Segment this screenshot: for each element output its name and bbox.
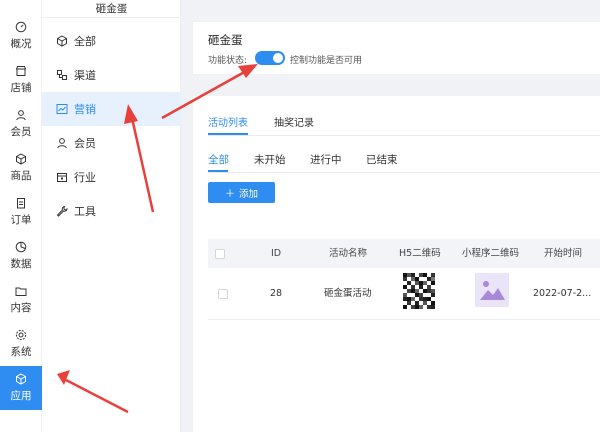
- submenu-item-marketing[interactable]: 营销: [42, 92, 181, 126]
- submenu-item-label: 渠道: [74, 69, 96, 82]
- rail-item-label: 会员: [10, 126, 32, 138]
- column-header-name: 活动名称: [329, 248, 368, 259]
- status-description: 控制功能是否可用: [290, 56, 363, 66]
- rail-item-label: 内容: [10, 302, 32, 314]
- filter-tab-all[interactable]: 全部: [208, 152, 229, 167]
- submenu-item-label: 营销: [74, 103, 96, 116]
- rail-item-label: 概况: [10, 38, 32, 50]
- dashboard-icon: [15, 21, 27, 33]
- folder-icon: [15, 287, 27, 296]
- rail-item-label: 订单: [10, 214, 32, 226]
- status-label: 功能状态:: [208, 56, 248, 66]
- cell-activity-name: 砸金蛋活动: [324, 288, 372, 299]
- cell-start-time: 2022-07-2...: [533, 288, 592, 299]
- submenu-item-label: 行业: [74, 171, 96, 184]
- box-icon: [16, 153, 26, 165]
- submenu-item-industry[interactable]: 行业: [42, 160, 181, 194]
- column-header-mini-qr: 小程序二维码: [462, 248, 520, 259]
- feature-header-card: 砸金蛋 功能状态: 控制功能是否可用: [193, 22, 600, 74]
- cell-id: 28: [270, 288, 283, 299]
- submenu-item-label: 会员: [74, 137, 96, 150]
- tab-divider: [208, 135, 600, 136]
- submenu-title: 砸金蛋: [42, 0, 181, 18]
- submenu-item-tools[interactable]: 工具: [42, 194, 181, 228]
- submenu-item-label: 工具: [74, 205, 96, 218]
- trend-icon: [56, 104, 68, 114]
- rail-item-members[interactable]: 会员: [0, 102, 42, 146]
- rail-item-label: 数据: [10, 258, 32, 270]
- left-rail-nav: 概况 店铺 会员 商品 订单 数据 内容 系统 应用: [0, 0, 42, 432]
- submenu-item-member[interactable]: 会员: [42, 126, 181, 160]
- rail-item-label: 系统: [10, 346, 32, 358]
- image-placeholder-icon[interactable]: [475, 273, 509, 307]
- page-title: 砸金蛋: [208, 33, 243, 47]
- industry-icon: [57, 173, 67, 182]
- rail-item-overview[interactable]: 概况: [0, 14, 42, 58]
- tab-activity-list[interactable]: 活动列表: [208, 114, 248, 129]
- rail-item-goods[interactable]: 商品: [0, 146, 42, 190]
- rail-item-orders[interactable]: 订单: [0, 190, 42, 234]
- rail-item-content[interactable]: 内容: [0, 278, 42, 322]
- add-button[interactable]: ＋ 添加: [208, 182, 275, 203]
- add-button-label: 添加: [238, 188, 258, 200]
- gear-icon: [15, 329, 27, 341]
- top-strip: [182, 0, 600, 12]
- rail-item-store[interactable]: 店铺: [0, 58, 42, 102]
- qr-code-icon[interactable]: [403, 273, 435, 309]
- submenu-item-all[interactable]: 全部: [42, 24, 181, 58]
- user-icon: [57, 138, 67, 149]
- tab-lottery-records[interactable]: 抽奖记录: [274, 114, 314, 129]
- rail-item-system[interactable]: 系统: [0, 322, 42, 366]
- rail-item-label: 应用: [10, 390, 32, 402]
- column-header-start-time: 开始时间: [544, 248, 583, 259]
- rail-item-label: 商品: [10, 170, 32, 182]
- column-header-id: ID: [271, 248, 282, 259]
- rail-item-label: 店铺: [10, 82, 32, 94]
- user-icon: [16, 110, 26, 121]
- switch-knob: [273, 53, 283, 63]
- cube-icon: [57, 35, 67, 47]
- feature-status-switch[interactable]: [255, 51, 285, 65]
- submenu-item-label: 全部: [74, 35, 96, 48]
- rail-item-apps[interactable]: 应用: [0, 366, 42, 410]
- row-checkbox[interactable]: [218, 289, 228, 299]
- submenu-panel: 砸金蛋 全部 渠道 营销 会员 行业 工具: [42, 0, 181, 432]
- wrench-icon: [56, 205, 68, 217]
- filter-tab-ended[interactable]: 已结束: [366, 152, 398, 167]
- channel-icon: [57, 70, 67, 80]
- app-icon: [16, 373, 26, 385]
- rail-item-data[interactable]: 数据: [0, 234, 42, 278]
- column-header-h5-qr: H5二维码: [399, 248, 441, 259]
- activity-main-card: 活动列表 抽奖记录 全部 未开始 进行中 已结束 ＋ 添加 ID 活动名称 H5…: [193, 96, 600, 432]
- filter-tab-not-started[interactable]: 未开始: [254, 152, 286, 167]
- filter-divider: [208, 172, 600, 173]
- submenu-item-channel[interactable]: 渠道: [42, 58, 181, 92]
- filter-tab-in-progress[interactable]: 进行中: [310, 152, 342, 167]
- select-all-checkbox[interactable]: [215, 249, 225, 259]
- order-icon: [17, 198, 25, 209]
- plus-icon: ＋: [224, 189, 235, 200]
- pie-chart-icon: [15, 241, 27, 253]
- table-header: ID 活动名称 H5二维码 小程序二维码 开始时间: [208, 239, 600, 268]
- store-icon: [15, 66, 27, 76]
